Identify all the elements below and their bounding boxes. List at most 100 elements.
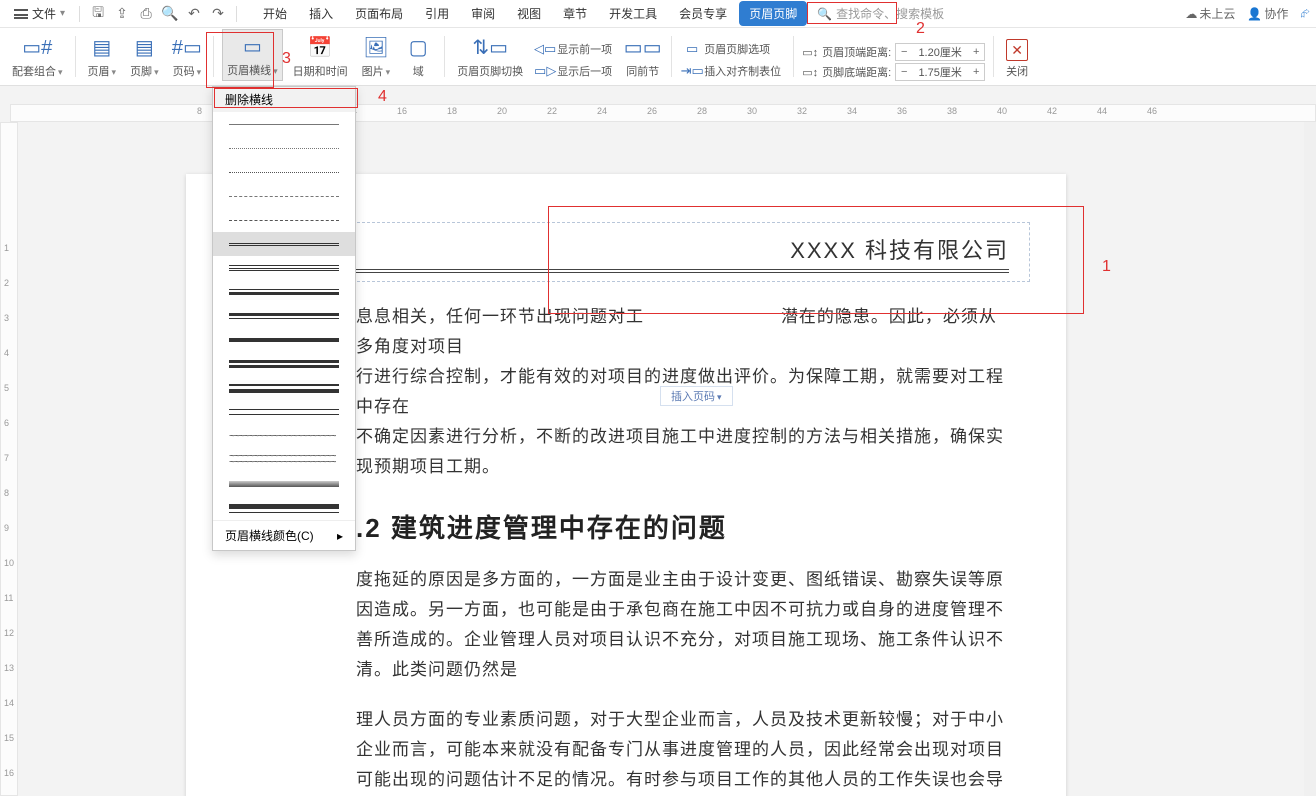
tab-view[interactable]: 视图 [507,1,551,26]
line-style-dotted-wide[interactable] [213,160,355,184]
ruler-tick: 16 [4,768,14,778]
menubar: 文件 ▾ 🖫 ⇪ ⎙ 🔍 ↶ ↷ 开始 插入 页面布局 引用 审阅 视图 章节 … [0,0,1316,28]
page-number-button[interactable]: #▭页码▾ [169,31,206,81]
header-line-icon: ▭ [238,32,266,60]
line-style-wavy[interactable]: ~~~~~~~~~~~~~~~~~~~~~~ [213,424,355,448]
tab-header-footer[interactable]: 页眉页脚 [739,1,807,26]
tab-references[interactable]: 引用 [415,1,459,26]
insert-align-tab-button[interactable]: ⇥▭插入对齐制表位 [680,61,785,81]
horizontal-ruler[interactable]: 8 10 12 14 16 18 20 22 24 26 28 30 32 34… [10,104,1316,122]
increment-button[interactable]: + [968,66,984,78]
tab-chapter[interactable]: 章节 [553,1,597,26]
person-icon: 👤 [1247,7,1262,21]
date-time-button[interactable]: 📅日期和时间 [289,31,352,81]
cloud-status[interactable]: ☁未上云 [1185,5,1235,22]
vertical-scrollbar[interactable] [1304,122,1316,796]
share-icon[interactable]: ⮳ [1300,6,1310,21]
next-icon: ▭▷ [537,63,553,79]
separator [213,36,214,77]
hamburger-icon [14,9,28,19]
chevron-right-icon: ▸ [337,529,343,543]
line-style-triple[interactable] [213,256,355,280]
line-style-thin-over-thick[interactable] [213,280,355,304]
field-button[interactable]: ▢域 [400,31,436,81]
ruler-tick: 14 [4,698,14,708]
annotation-4: 4 [378,88,387,106]
header-line-button[interactable]: ▭页眉横线▾ [222,29,283,81]
combo-button[interactable]: ▭# 配套组合▾ [8,31,67,81]
calendar-icon: 📅 [306,33,334,61]
increment-button[interactable]: + [968,46,984,58]
header-line-dropdown: 删除横线 ~~~~~~~~~~~~~~~~~~~~~~ ~~~~~~~~~~~~… [212,86,356,551]
picture-button[interactable]: 🖼图片▾ [358,31,395,81]
caret-down-icon: ▾ [60,8,65,19]
delete-line-item[interactable]: 删除横线 [213,87,355,112]
footer-button[interactable]: ▤页脚▾ [126,31,163,81]
header-button[interactable]: ▤页眉▾ [84,31,121,81]
tab-member[interactable]: 会员专享 [669,1,737,26]
line-style-bold-double[interactable] [213,352,355,376]
tab-page-layout[interactable]: 页面布局 [345,1,413,26]
header-rule-line [243,269,1009,270]
page-number-icon: #▭ [173,33,201,61]
line-style-double-wavy[interactable]: ~~~~~~~~~~~~~~~~~~~~~~~~~~~~~~~~~~~~~~~~… [213,448,355,472]
ruler-tick: 42 [1047,106,1057,116]
line-style-heavy-over-thin[interactable] [213,496,355,520]
hf-switch-button[interactable]: ⇅▭页眉页脚切换 [453,31,527,81]
close-hf-button[interactable]: ✕关闭 [1002,37,1032,81]
group-close: ✕关闭 [1002,32,1032,81]
header-dist-spinner[interactable]: − 1.20厘米 + [895,43,985,61]
ruler-tick: 4 [4,348,9,358]
ruler-tick: 5 [4,383,9,393]
ruler-tick: 36 [897,106,907,116]
line-color-item[interactable]: 页眉横线颜色(C) ▸ [213,520,355,550]
line-style-thin-solid[interactable] [213,112,355,136]
separator [671,36,672,77]
separator [75,36,76,77]
line-style-thin-double-gap[interactable] [213,400,355,424]
vertical-ruler[interactable]: 1 2 3 4 5 6 7 8 9 10 11 12 13 14 15 16 [0,122,18,796]
footer-icon: ▤ [130,33,158,61]
ruler-tick: 32 [797,106,807,116]
group-combo: ▭# 配套组合▾ [8,32,67,81]
show-next-button[interactable]: ▭▷显示后一项 [533,61,616,81]
tab-insert[interactable]: 插入 [299,1,343,26]
same-as-prev-button[interactable]: ▭▭同前节 [622,31,663,81]
file-label: 文件 [32,5,56,22]
ruler-tick: 22 [547,106,557,116]
show-prev-button[interactable]: ◁▭显示前一项 [533,39,616,59]
line-style-dashed[interactable] [213,184,355,208]
line-style-dotted[interactable] [213,136,355,160]
save-icon[interactable]: 🖫 [88,4,108,24]
tab-developer[interactable]: 开发工具 [599,1,667,26]
ruler-tick: 40 [997,106,1007,116]
line-style-long-dashed[interactable] [213,208,355,232]
ruler-tick: 15 [4,733,14,743]
line-style-gradient-bar[interactable] [213,472,355,496]
hf-options-button[interactable]: ▭页眉页脚选项 [680,39,785,59]
file-menu-button[interactable]: 文件 ▾ [6,0,73,27]
search-icon: 🔍 [817,7,832,21]
line-style-thick-solid[interactable] [213,328,355,352]
line-style-double-thin[interactable] [213,232,355,256]
ruler-tick: 20 [497,106,507,116]
export-icon[interactable]: ⇪ [112,4,132,24]
group-distances: ▭↕ 页眉顶端距离: − 1.20厘米 + ▭↕ 页脚底端距离: − 1.75厘… [802,32,985,81]
insert-page-number-chip[interactable]: 插入页码▾ [660,386,733,406]
line-style-thick-over-thick[interactable] [213,376,355,400]
collab-button[interactable]: 👤协作 [1247,5,1288,22]
line-style-thick-over-thin[interactable] [213,304,355,328]
tab-review[interactable]: 审阅 [461,1,505,26]
print-icon[interactable]: ⎙ [136,4,156,24]
tab-icon: ⇥▭ [684,63,700,79]
undo-icon[interactable]: ↶ [184,4,204,24]
ruler-tick: 2 [4,278,9,288]
decrement-button[interactable]: − [896,66,912,78]
redo-icon[interactable]: ↷ [208,4,228,24]
command-search[interactable]: 🔍 查找命令、搜索模板 [817,5,944,22]
footer-dist-spinner[interactable]: − 1.75厘米 + [895,63,985,81]
decrement-button[interactable]: − [896,46,912,58]
ruler-tick: 34 [847,106,857,116]
preview-icon[interactable]: 🔍 [160,4,180,24]
tab-start[interactable]: 开始 [253,1,297,26]
